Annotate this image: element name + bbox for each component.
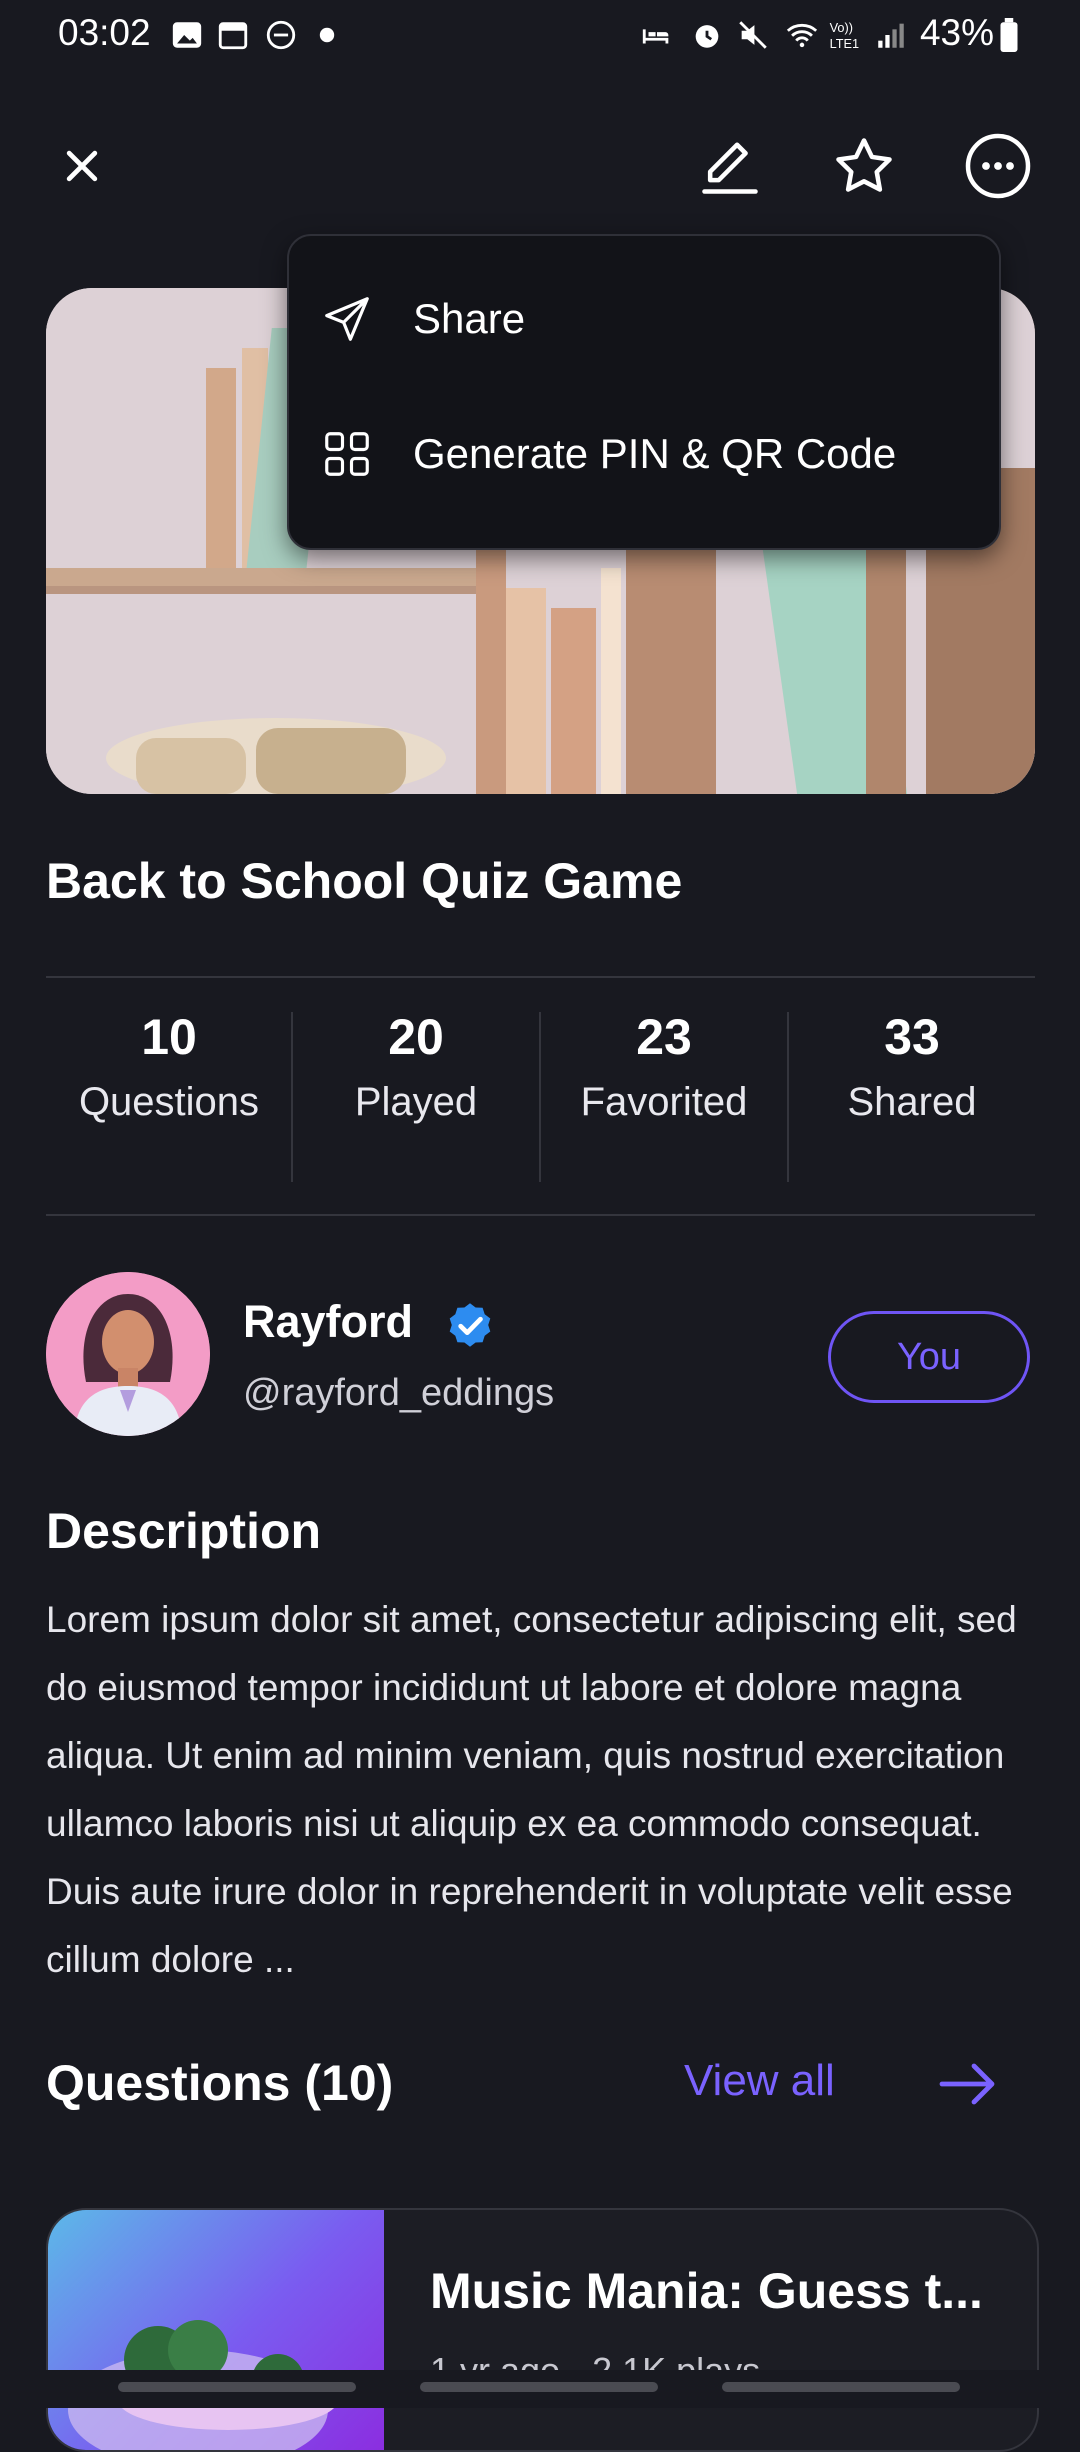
divider — [46, 1214, 1035, 1216]
stat-value: 33 — [884, 1009, 940, 1065]
description-text: Lorem ipsum dolor sit amet, consectetur … — [46, 1599, 1017, 1980]
author-handle: @rayford_eddings — [243, 1372, 555, 1414]
sleep-icon — [642, 29, 669, 44]
edit-button[interactable] — [690, 126, 770, 206]
nav-recents-button[interactable] — [118, 2382, 356, 2392]
menu-item-share[interactable]: Share — [289, 254, 999, 384]
send-icon — [319, 291, 375, 347]
battery-icon — [1000, 18, 1018, 52]
author-name: Rayford — [243, 1296, 414, 1347]
battery-percent: 43% — [919, 12, 994, 53]
nav-home-button[interactable] — [420, 2382, 658, 2392]
svg-text:Vo)): Vo)) — [830, 20, 853, 35]
close-button[interactable] — [42, 126, 122, 206]
wifi-icon — [786, 23, 818, 48]
alarm-icon — [695, 25, 719, 48]
star-icon — [836, 138, 892, 192]
calendar-icon — [218, 22, 248, 50]
close-icon — [66, 150, 98, 182]
mute-icon — [739, 21, 767, 49]
favorite-button[interactable] — [824, 126, 904, 206]
stat-questions: 10 Questions — [46, 1008, 292, 1125]
you-badge-button[interactable]: You — [828, 1311, 1030, 1403]
menu-item-label: Share — [413, 295, 526, 342]
dnd-icon — [266, 20, 296, 50]
stat-favorited: 23 Favorited — [541, 1008, 787, 1125]
question-title: Music Mania: Guess t... — [430, 2263, 983, 2319]
status-time: 03:02 — [58, 12, 151, 53]
description-heading: Description — [46, 1503, 322, 1559]
more-options-menu: Share Generate PIN & QR Code — [287, 234, 1001, 550]
quiz-title: Back to School Quiz Game — [46, 853, 683, 909]
image-icon — [172, 22, 202, 48]
svg-text:LTE1: LTE1 — [830, 36, 860, 51]
question-thumbnail — [48, 2210, 384, 2450]
divider — [46, 976, 1035, 978]
question-card[interactable]: Music Mania: Guess t... 1 yr ago · 2.1K … — [46, 2208, 1039, 2452]
more-horizontal-icon — [965, 133, 1031, 199]
stat-value: 23 — [636, 1009, 692, 1065]
verified-badge-icon — [449, 1303, 491, 1347]
volte-icon: Vo))LTE1 — [830, 20, 860, 51]
grid-icon — [319, 426, 375, 482]
stat-value: 10 — [141, 1009, 197, 1065]
nav-back-button[interactable] — [722, 2382, 960, 2392]
stat-played: 20 Played — [293, 1008, 539, 1125]
dot-icon — [319, 27, 335, 43]
questions-heading: Questions (10) — [46, 2055, 394, 2111]
stat-label: Questions — [78, 1080, 260, 1124]
signal-icon — [878, 23, 904, 48]
arrow-right-icon[interactable] — [936, 2056, 1000, 2112]
menu-item-generate-pin-qr[interactable]: Generate PIN & QR Code — [289, 389, 999, 519]
status-bar: 03:02 Vo)) LTE1 43% — [0, 0, 1080, 70]
stat-shared: 33 Shared — [789, 1008, 1035, 1125]
pencil-icon — [702, 142, 758, 194]
stat-label: Favorited — [580, 1080, 748, 1124]
menu-item-label: Generate PIN & QR Code — [413, 430, 897, 477]
view-all-link[interactable]: View all — [684, 2056, 835, 2106]
stat-label: Shared — [847, 1080, 977, 1124]
stat-value: 20 — [388, 1009, 444, 1065]
stat-label: Played — [354, 1080, 478, 1124]
avatar-illustration — [46, 1272, 210, 1436]
more-button[interactable] — [958, 126, 1038, 206]
avatar[interactable] — [46, 1272, 210, 1436]
